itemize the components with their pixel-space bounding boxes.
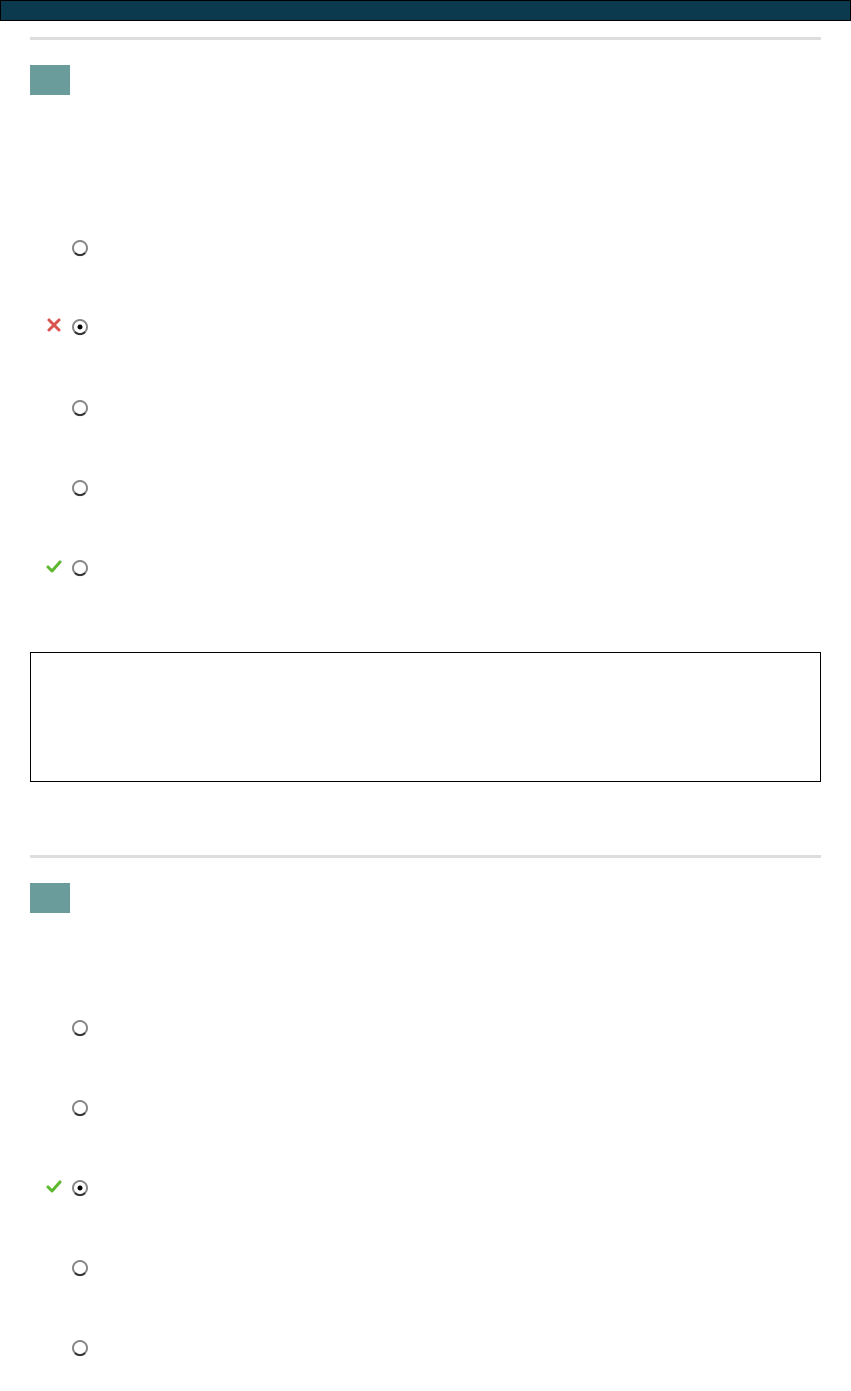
- answer-option[interactable]: [40, 1338, 820, 1362]
- correct-check-icon: [46, 1180, 62, 1193]
- answer-option[interactable]: [40, 558, 820, 582]
- question-number-badge: [30, 883, 70, 913]
- radio-button[interactable]: [70, 398, 90, 418]
- radio-button[interactable]: [70, 1018, 90, 1038]
- answer-option[interactable]: [40, 1178, 820, 1202]
- radio-button-selected[interactable]: [70, 317, 90, 337]
- answer-option[interactable]: [40, 1258, 820, 1282]
- radio-button[interactable]: [70, 558, 90, 578]
- answer-option[interactable]: [40, 478, 820, 502]
- radio-button[interactable]: [70, 1098, 90, 1118]
- answer-option[interactable]: [40, 317, 820, 341]
- incorrect-x-icon: [47, 318, 61, 332]
- answer-option[interactable]: [40, 398, 820, 422]
- radio-button[interactable]: [70, 1338, 90, 1358]
- correct-check-icon: [46, 560, 62, 573]
- top-header-bar: [0, 0, 851, 21]
- answer-option[interactable]: [40, 238, 820, 262]
- question-number-badge: [30, 65, 70, 95]
- radio-button-selected[interactable]: [70, 1178, 90, 1198]
- answer-option[interactable]: [40, 1018, 820, 1042]
- question-divider: [30, 855, 821, 858]
- answer-option[interactable]: [40, 1098, 820, 1122]
- radio-button[interactable]: [70, 238, 90, 258]
- feedback-text: [31, 653, 820, 673]
- feedback-box: [30, 652, 821, 782]
- radio-button[interactable]: [70, 1258, 90, 1278]
- question-divider: [30, 37, 821, 40]
- radio-button[interactable]: [70, 478, 90, 498]
